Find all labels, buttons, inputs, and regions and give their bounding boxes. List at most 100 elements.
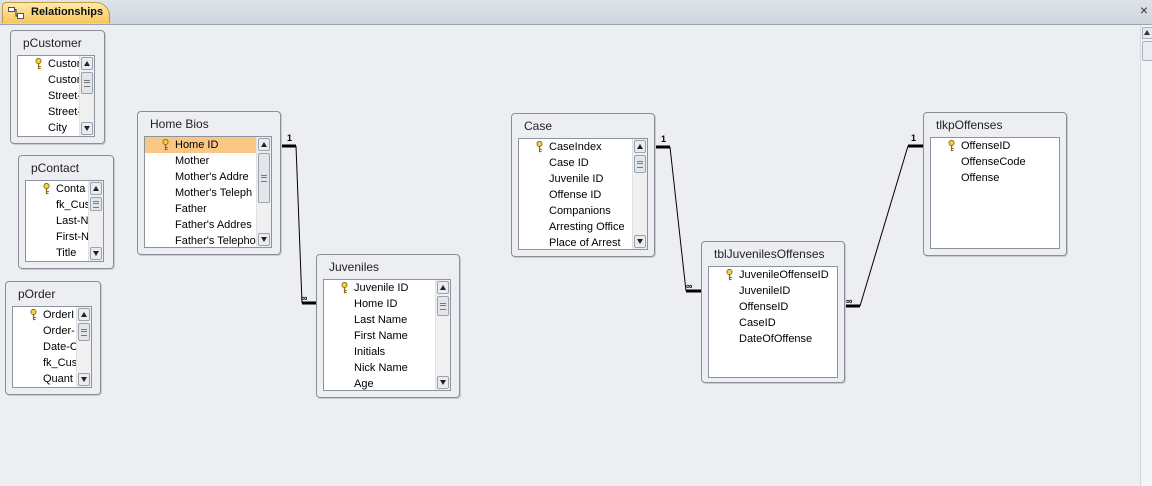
canvas-vertical-scrollbar[interactable] [1140,25,1152,486]
table-title[interactable]: tlkpOffenses [936,118,1002,132]
scroll-thumb[interactable] [1142,41,1152,61]
scroll-down-icon[interactable] [78,373,90,386]
scroll-up-icon[interactable] [437,281,449,294]
field-row[interactable]: Title [26,245,88,261]
field-row[interactable]: fk_Cus [13,355,76,371]
field-row[interactable]: Last-N [26,213,88,229]
field-row[interactable]: OffenseCode [931,154,1059,170]
field-row[interactable]: Case ID [519,155,632,171]
field-row[interactable]: City [18,120,79,136]
scroll-thumb[interactable] [90,197,102,211]
field-list-scrollbar[interactable] [88,181,103,261]
field-list[interactable]: OrderI Order- Date-C fk_Cus Quant [12,306,92,388]
field-row[interactable]: Quant [13,371,76,387]
field-row[interactable]: OffenseID [931,138,1059,154]
field-list-scrollbar[interactable] [435,280,450,390]
table-home-bios[interactable]: Home Bios Home ID Mother Mother's Addre Moth… [137,111,281,255]
table-pcustomer[interactable]: pCustomer Custom Custom Street- Street- City [10,30,105,144]
scroll-thumb[interactable] [634,155,646,173]
field-row[interactable]: First Name [324,328,435,344]
scroll-down-icon[interactable] [90,247,102,260]
field-list-scrollbar[interactable] [76,307,91,387]
scroll-up-icon[interactable] [81,57,93,70]
field-row[interactable]: First-N [26,229,88,245]
table-title[interactable]: Case [524,119,552,133]
table-title[interactable]: Juveniles [329,260,379,274]
field-row[interactable]: Mother's Teleph [145,185,256,201]
field-row[interactable]: Offense ID [519,187,632,203]
table-juveniles[interactable]: Juveniles Juvenile ID Home ID Last Name Firs… [316,254,460,398]
table-title[interactable]: pOrder [18,287,55,301]
relationship-offenses-juvenilesoffenses[interactable]: 1 ∞ [845,133,923,308]
scroll-up-icon[interactable] [1142,27,1152,39]
field-row[interactable]: CaseIndex [519,139,632,155]
field-list[interactable]: Juvenile ID Home ID Last Name First Name Ini… [323,279,451,391]
field-list[interactable]: Custom Custom Street- Street- City [17,55,95,137]
scroll-up-icon[interactable] [78,308,90,321]
field-row[interactable]: Companions [519,203,632,219]
table-tlkpoffenses[interactable]: tlkpOffenses OffenseID OffenseCode Offense [923,112,1067,256]
field-row[interactable]: Custom [18,56,79,72]
field-row[interactable]: Home ID [324,296,435,312]
field-list-scrollbar[interactable] [256,137,271,247]
field-list[interactable]: JuvenileOffenseID JuvenileID OffenseID Case… [708,266,838,378]
field-row[interactable]: Home ID [145,137,256,153]
scroll-thumb[interactable] [81,72,93,94]
field-list-scrollbar[interactable] [632,139,647,249]
field-list[interactable]: OffenseID OffenseCode Offense [930,137,1060,249]
field-row[interactable]: Place of Arrest [519,235,632,249]
field-row[interactable]: Street- [18,104,79,120]
scroll-up-icon[interactable] [90,182,102,195]
scroll-thumb[interactable] [78,323,90,341]
field-row[interactable]: Date-C [13,339,76,355]
field-row[interactable]: Offense [931,170,1059,186]
scroll-down-icon[interactable] [437,376,449,389]
scroll-down-icon[interactable] [81,122,93,135]
scroll-up-icon[interactable] [634,140,646,153]
field-row[interactable]: Juvenile ID [324,280,435,296]
field-row[interactable]: Mother's Addre [145,169,256,185]
table-title[interactable]: pCustomer [23,36,82,50]
field-list[interactable]: Conta fk_Cus Last-N First-N Title [25,180,104,262]
field-row[interactable]: Last Name [324,312,435,328]
field-row[interactable]: Conta [26,181,88,197]
table-title[interactable]: Home Bios [150,117,209,131]
scroll-thumb[interactable] [437,296,449,316]
field-list-scrollbar[interactable] [79,56,94,136]
field-row[interactable]: Age [324,376,435,390]
field-row[interactable]: JuvenileID [709,283,837,299]
close-icon[interactable]: × [1140,3,1148,17]
scroll-down-icon[interactable] [634,235,646,248]
table-case[interactable]: Case CaseIndex Case ID Juvenile ID Offense I… [511,113,655,257]
field-list[interactable]: Home ID Mother Mother's Addre Mother's Tele… [144,136,272,248]
table-porder[interactable]: pOrder OrderI Order- Date-C fk_Cus Quant [5,281,101,395]
field-row[interactable]: Street- [18,88,79,104]
table-pcontact[interactable]: pContact Conta fk_Cus Last-N First-N Title [18,155,114,269]
relationship-homebios-juveniles[interactable]: 1 ∞ [281,133,317,305]
field-row[interactable]: DateOfOffense [709,331,837,347]
field-row[interactable]: JuvenileOffenseID [709,267,837,283]
field-row[interactable]: CaseID [709,315,837,331]
field-row[interactable]: Nick Name [324,360,435,376]
field-name: City [48,122,67,134]
field-list[interactable]: CaseIndex Case ID Juvenile ID Offense ID Com… [518,138,648,250]
field-row[interactable]: Father's Addres [145,217,256,233]
scroll-up-icon[interactable] [258,138,270,151]
field-row[interactable]: Father's Telepho [145,233,256,247]
field-row[interactable]: OffenseID [709,299,837,315]
table-tbljuvenilesoffenses[interactable]: tblJuvenilesOffenses JuvenileOffenseID Juv… [701,241,845,383]
relationship-case-juvenilesoffenses[interactable]: 1 ∞ [655,134,702,293]
field-row[interactable]: Custom [18,72,79,88]
field-row[interactable]: fk_Cus [26,197,88,213]
field-row[interactable]: OrderI [13,307,76,323]
field-row[interactable]: Order- [13,323,76,339]
field-row[interactable]: Initials [324,344,435,360]
scroll-down-icon[interactable] [258,233,270,246]
field-row[interactable]: Mother [145,153,256,169]
field-row[interactable]: Juvenile ID [519,171,632,187]
table-title[interactable]: pContact [31,161,79,175]
table-title[interactable]: tblJuvenilesOffenses [714,247,825,261]
field-row[interactable]: Father [145,201,256,217]
scroll-thumb[interactable] [258,153,270,203]
field-row[interactable]: Arresting Office [519,219,632,235]
